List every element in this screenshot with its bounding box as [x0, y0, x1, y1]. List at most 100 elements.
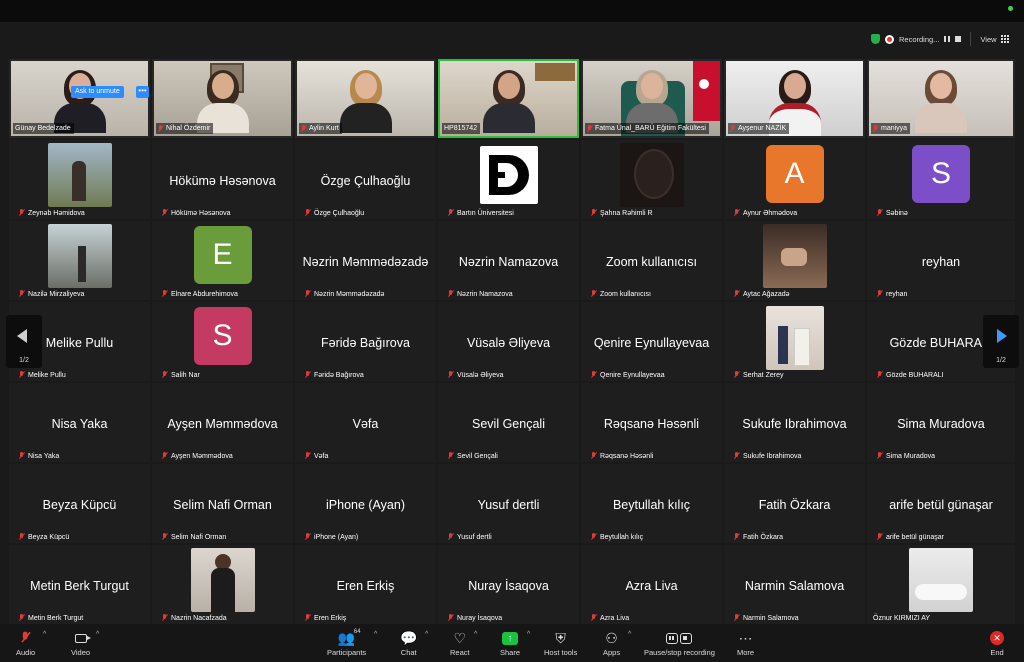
muted-mic-icon	[877, 209, 883, 217]
participant-name-label: Aytac Ağazadə	[734, 290, 790, 298]
participant-video-tile[interactable]: maniyya	[867, 59, 1015, 138]
ask-to-unmute-button[interactable]: Ask to unmute	[71, 86, 124, 98]
muted-mic-icon	[301, 124, 307, 133]
camera-indicator	[1008, 6, 1013, 11]
participant-tile[interactable]: Vəfa Vəfa	[295, 383, 436, 462]
grid-view-icon	[1000, 35, 1009, 43]
participant-tile[interactable]: S Salih Nar	[152, 302, 293, 381]
participant-tile[interactable]: Rəqsanə Həsənli Rəqsanə Həsənli	[581, 383, 722, 462]
participant-name-label: Nazrin Nacafzada	[162, 614, 227, 622]
video-button[interactable]: Video	[71, 628, 91, 657]
audio-button[interactable]: Audio	[16, 628, 35, 657]
participant-thumbnail	[47, 224, 112, 288]
apps-button[interactable]: ⚇ Apps	[603, 628, 620, 658]
participant-tile[interactable]: Fatih Özkara Fatih Özkara	[724, 464, 865, 543]
participant-tile[interactable]: Beyza Küpcü Beyza Küpcü	[9, 464, 150, 543]
participant-video-tile[interactable]: Fatma Ünal_BARÜ Eğitim Fakültesi	[581, 59, 722, 138]
view-button[interactable]: View	[980, 35, 1009, 44]
chat-options-caret[interactable]: ^	[425, 631, 428, 638]
participant-name-label: Aynur Əhmədova	[734, 209, 797, 217]
participant-tile[interactable]: Nuray İsaqova Nuray İsaqova	[438, 545, 579, 624]
participant-tile[interactable]: Serhat Zerey	[724, 302, 865, 381]
participant-tile[interactable]: Qenire Eynullayevaa Qenire Eynullayevaa	[581, 302, 722, 381]
participant-tile[interactable]: Narmin Salamova Narmin Salamova	[724, 545, 865, 624]
participant-tile[interactable]: Ayşen Məmmədova Ayşen Məmmədova	[152, 383, 293, 462]
participant-tile[interactable]: Bartın Üniversitesi	[438, 140, 579, 219]
participant-tile[interactable]: Zoom kullanıcısı Zoom kullanıcısı	[581, 221, 722, 300]
participant-tile[interactable]: arife betül günaşar arife betül günaşar	[867, 464, 1015, 543]
participant-tile[interactable]: Fəridə Bağırova Fəridə Bağırova	[295, 302, 436, 381]
share-button[interactable]: ↑ Share	[500, 628, 520, 657]
participant-tile[interactable]: Sima Muradova Sima Muradova	[867, 383, 1015, 462]
participant-tile[interactable]: Hökümə Həsənova Hökümə Həsənova	[152, 140, 293, 219]
participant-tile[interactable]: Metin Berk Turgut Metin Berk Turgut	[9, 545, 150, 624]
participant-tile[interactable]: Yusuf dertli Yusuf dertli	[438, 464, 579, 543]
participant-tile[interactable]: Nisa Yaka Nisa Yaka	[9, 383, 150, 462]
participant-tile[interactable]: Nazrin Nacafzada	[152, 545, 293, 624]
participant-video-tile[interactable]: Nihal Özdemir	[152, 59, 293, 138]
participant-tile[interactable]: Eren Erkiş Eren Erkiş	[295, 545, 436, 624]
participant-tile[interactable]: Sevil Gençali Sevil Gençali	[438, 383, 579, 462]
react-button[interactable]: ♡ React	[450, 628, 470, 658]
next-page-button[interactable]: 1/2	[983, 315, 1019, 368]
participant-video-tile[interactable]: Ayşenur NAZİK	[724, 59, 865, 138]
participant-tile[interactable]: A Aynur Əhmədova	[724, 140, 865, 219]
participant-name-label: Selim Nafi Orman	[162, 533, 226, 541]
participant-name-label: Elnare Abdurehimova	[162, 290, 238, 298]
muted-mic-icon	[734, 452, 740, 460]
participants-count: 64	[353, 629, 361, 635]
pause-stop-recording-button[interactable]: Pause/stop recording	[644, 628, 715, 657]
active-speaker-video-tile[interactable]: HP815742	[438, 59, 579, 138]
more-button[interactable]: ⋯ More	[737, 628, 754, 658]
react-options-caret[interactable]: ^	[474, 631, 477, 638]
apps-options-caret[interactable]: ^	[628, 631, 631, 638]
muted-mic-icon	[305, 614, 311, 622]
muted-mic-icon	[162, 533, 168, 541]
participant-tile[interactable]: iPhone (Ayan) iPhone (Ayan)	[295, 464, 436, 543]
zoom-window: Recording... View Günay Bedelzade Nihal …	[0, 0, 1024, 662]
more-options-button[interactable]: •••	[136, 86, 149, 98]
participant-tile[interactable]: Sukufe Ibrahimova Sukufe Ibrahimova	[724, 383, 865, 462]
share-screen-icon: ↑	[502, 631, 518, 645]
participant-display-name: Nisa Yaka	[51, 417, 108, 431]
participant-tile[interactable]: Zeynəb Həmidova	[9, 140, 150, 219]
participant-tile[interactable]: S Səbinə	[867, 140, 1015, 219]
participant-tile[interactable]: Nəzrin Namazova Nəzrin Namazova	[438, 221, 579, 300]
participant-tile[interactable]: Vüsalə Əliyeva Vüsalə Əliyeva	[438, 302, 579, 381]
participant-tile[interactable]: Selim Nafi Orman Selim Nafi Orman	[152, 464, 293, 543]
participants-options-caret[interactable]: ^	[374, 631, 377, 638]
chat-button[interactable]: 💬 Chat	[400, 628, 417, 658]
video-options-caret[interactable]: ^	[96, 631, 99, 638]
pause-recording-icon[interactable]	[944, 36, 951, 42]
participant-video-tile[interactable]: Günay Bedelzade	[9, 59, 150, 138]
participant-video-tile[interactable]: Aylin Kurt	[295, 59, 436, 138]
participants-button[interactable]: 👥 64 Participants	[327, 628, 366, 657]
muted-mic-icon	[730, 124, 736, 133]
participant-display-name: Vəfa	[352, 417, 379, 431]
audio-options-caret[interactable]: ^	[43, 631, 46, 638]
participant-name-label: Aylin Kurt	[299, 123, 342, 134]
participant-tile[interactable]: Aytac Ağazadə	[724, 221, 865, 300]
participant-tile[interactable]: Nəzrin Məmmədəzadə Nəzrin Məmmədəzadə	[295, 221, 436, 300]
participant-tile[interactable]: E Elnare Abdurehimova	[152, 221, 293, 300]
share-options-caret[interactable]: ^	[527, 631, 530, 638]
muted-mic-icon	[591, 371, 597, 379]
participant-tile[interactable]: Azra Liva Azra Liva	[581, 545, 722, 624]
participant-display-name: Sima Muradova	[897, 417, 985, 431]
participant-tile[interactable]: Şahna Rəhimli R	[581, 140, 722, 219]
participant-tile[interactable]: reyhan reyhan	[867, 221, 1015, 300]
end-meeting-button[interactable]: ✕ End	[990, 628, 1004, 657]
participant-thumbnail	[47, 143, 112, 207]
host-tools-button[interactable]: ⛨ Host tools	[544, 628, 577, 658]
participant-name-label: Fəridə Bağırova	[305, 371, 364, 379]
muted-mic-icon	[305, 533, 311, 541]
previous-page-button[interactable]: 1/2	[6, 315, 42, 368]
participant-name-label: Qenire Eynullayevaa	[591, 371, 665, 379]
participant-tile[interactable]: Öznur KIRMIZI AY	[867, 545, 1015, 624]
participant-tile[interactable]: Nazilə Mirzaliyeva	[9, 221, 150, 300]
participant-tile[interactable]: Beytullah kılıç Beytullah kılıç	[581, 464, 722, 543]
stop-recording-icon[interactable]	[955, 36, 962, 42]
participant-name-label: Şahna Rəhimli R	[591, 209, 653, 217]
encryption-shield-icon[interactable]	[871, 34, 880, 44]
participant-tile[interactable]: Özge Çulhaoğlu Özge Çulhaoğlu	[295, 140, 436, 219]
